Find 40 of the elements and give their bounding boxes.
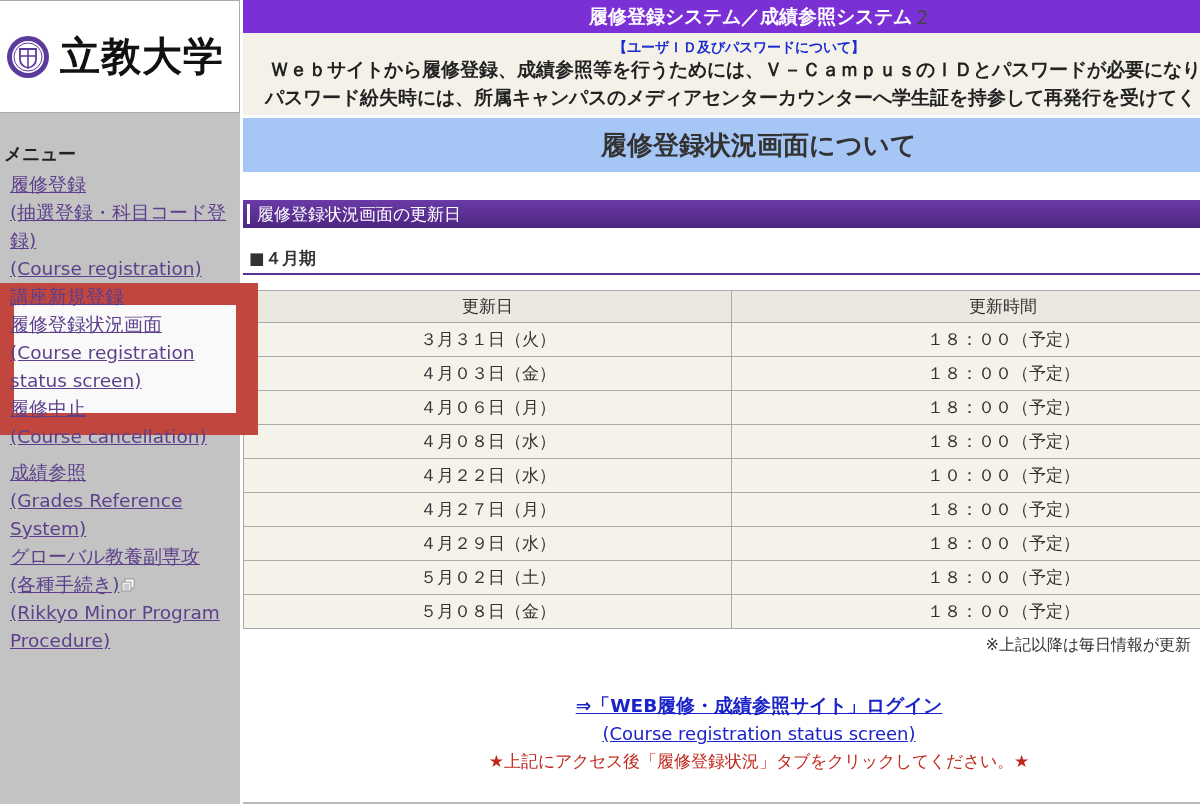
menu-link[interactable]: グローバル教養副専攻 bbox=[10, 543, 200, 571]
university-logo-text: 立教大学 bbox=[60, 32, 224, 81]
section-title: 履修登録状況画面の更新日 bbox=[257, 202, 461, 226]
new-window-icon bbox=[121, 578, 136, 592]
table-cell: ４月２２日（水） bbox=[243, 458, 732, 493]
menu-link[interactable]: (各種手続き) bbox=[10, 571, 120, 599]
page-title: 履修登録状況画面について bbox=[243, 118, 1200, 172]
update-note: ※上記以降は毎日情報が更新 bbox=[985, 635, 1191, 654]
table-cell: １０：００（予定） bbox=[731, 458, 1200, 493]
notice-link[interactable]: 【ユーザＩＤ及びパスワードについて】 bbox=[613, 38, 865, 56]
menu-link[interactable]: (抽選登録・科目コード登録) bbox=[10, 199, 230, 255]
title-suffix: 2 bbox=[916, 5, 929, 28]
table-cell: １８：００（予定） bbox=[731, 560, 1200, 595]
table-cell: ４月０８日（水） bbox=[243, 424, 732, 459]
menu-heading: メニュー bbox=[4, 143, 77, 165]
table-cell: １８：００（予定） bbox=[731, 526, 1200, 561]
table-cell: １８：００（予定） bbox=[731, 492, 1200, 527]
table-cell: ４月２７日（月） bbox=[243, 492, 732, 527]
university-seal-icon bbox=[6, 34, 50, 79]
notice-text: パスワード紛失時には、所属キャンパスのメディアセンターカウンターへ学生証を持参して再発行を受けてく bbox=[263, 86, 1196, 110]
menu-link[interactable]: (Rikkyo Minor Program Procedure) bbox=[10, 599, 230, 655]
period-heading: ■４月期 bbox=[243, 248, 1200, 275]
login-link[interactable]: ⇒「WEB履修・成績参照サイト」ログイン bbox=[575, 692, 943, 720]
menu-link[interactable]: 成績参照 bbox=[10, 459, 86, 487]
table-cell: １８：００（予定） bbox=[731, 424, 1200, 459]
instruction-text: ★上記にアクセス後「履修登録状況」タブをクリックしてください。★ bbox=[488, 750, 1030, 773]
table-cell: ５月０８日（金） bbox=[243, 594, 732, 629]
menu-link[interactable]: 履修登録 bbox=[10, 171, 86, 199]
table-cell: １８：００（予定） bbox=[731, 356, 1200, 391]
column-header: 更新時間 bbox=[731, 290, 1200, 323]
system-title: 履修登録システム／成績参照システム bbox=[589, 3, 913, 29]
table-cell: １８：００（予定） bbox=[731, 594, 1200, 629]
table-cell: １８：００（予定） bbox=[731, 390, 1200, 425]
menu-link[interactable]: (Course registration) bbox=[10, 255, 202, 283]
status-screen-link[interactable]: (Course registration status screen) bbox=[602, 720, 916, 748]
table-cell: １８：００（予定） bbox=[731, 322, 1200, 357]
menu-link[interactable]: (Grades Reference System) bbox=[10, 487, 230, 543]
table-cell: ５月０２日（土） bbox=[243, 560, 732, 595]
table-cell: ４月２９日（水） bbox=[243, 526, 732, 561]
notice-text: Ｗｅｂサイトから履修登録、成績参照等を行うためには、Ｖ－ＣａｍｐｕｓのＩＤとパスワードが必要になり bbox=[269, 58, 1200, 82]
